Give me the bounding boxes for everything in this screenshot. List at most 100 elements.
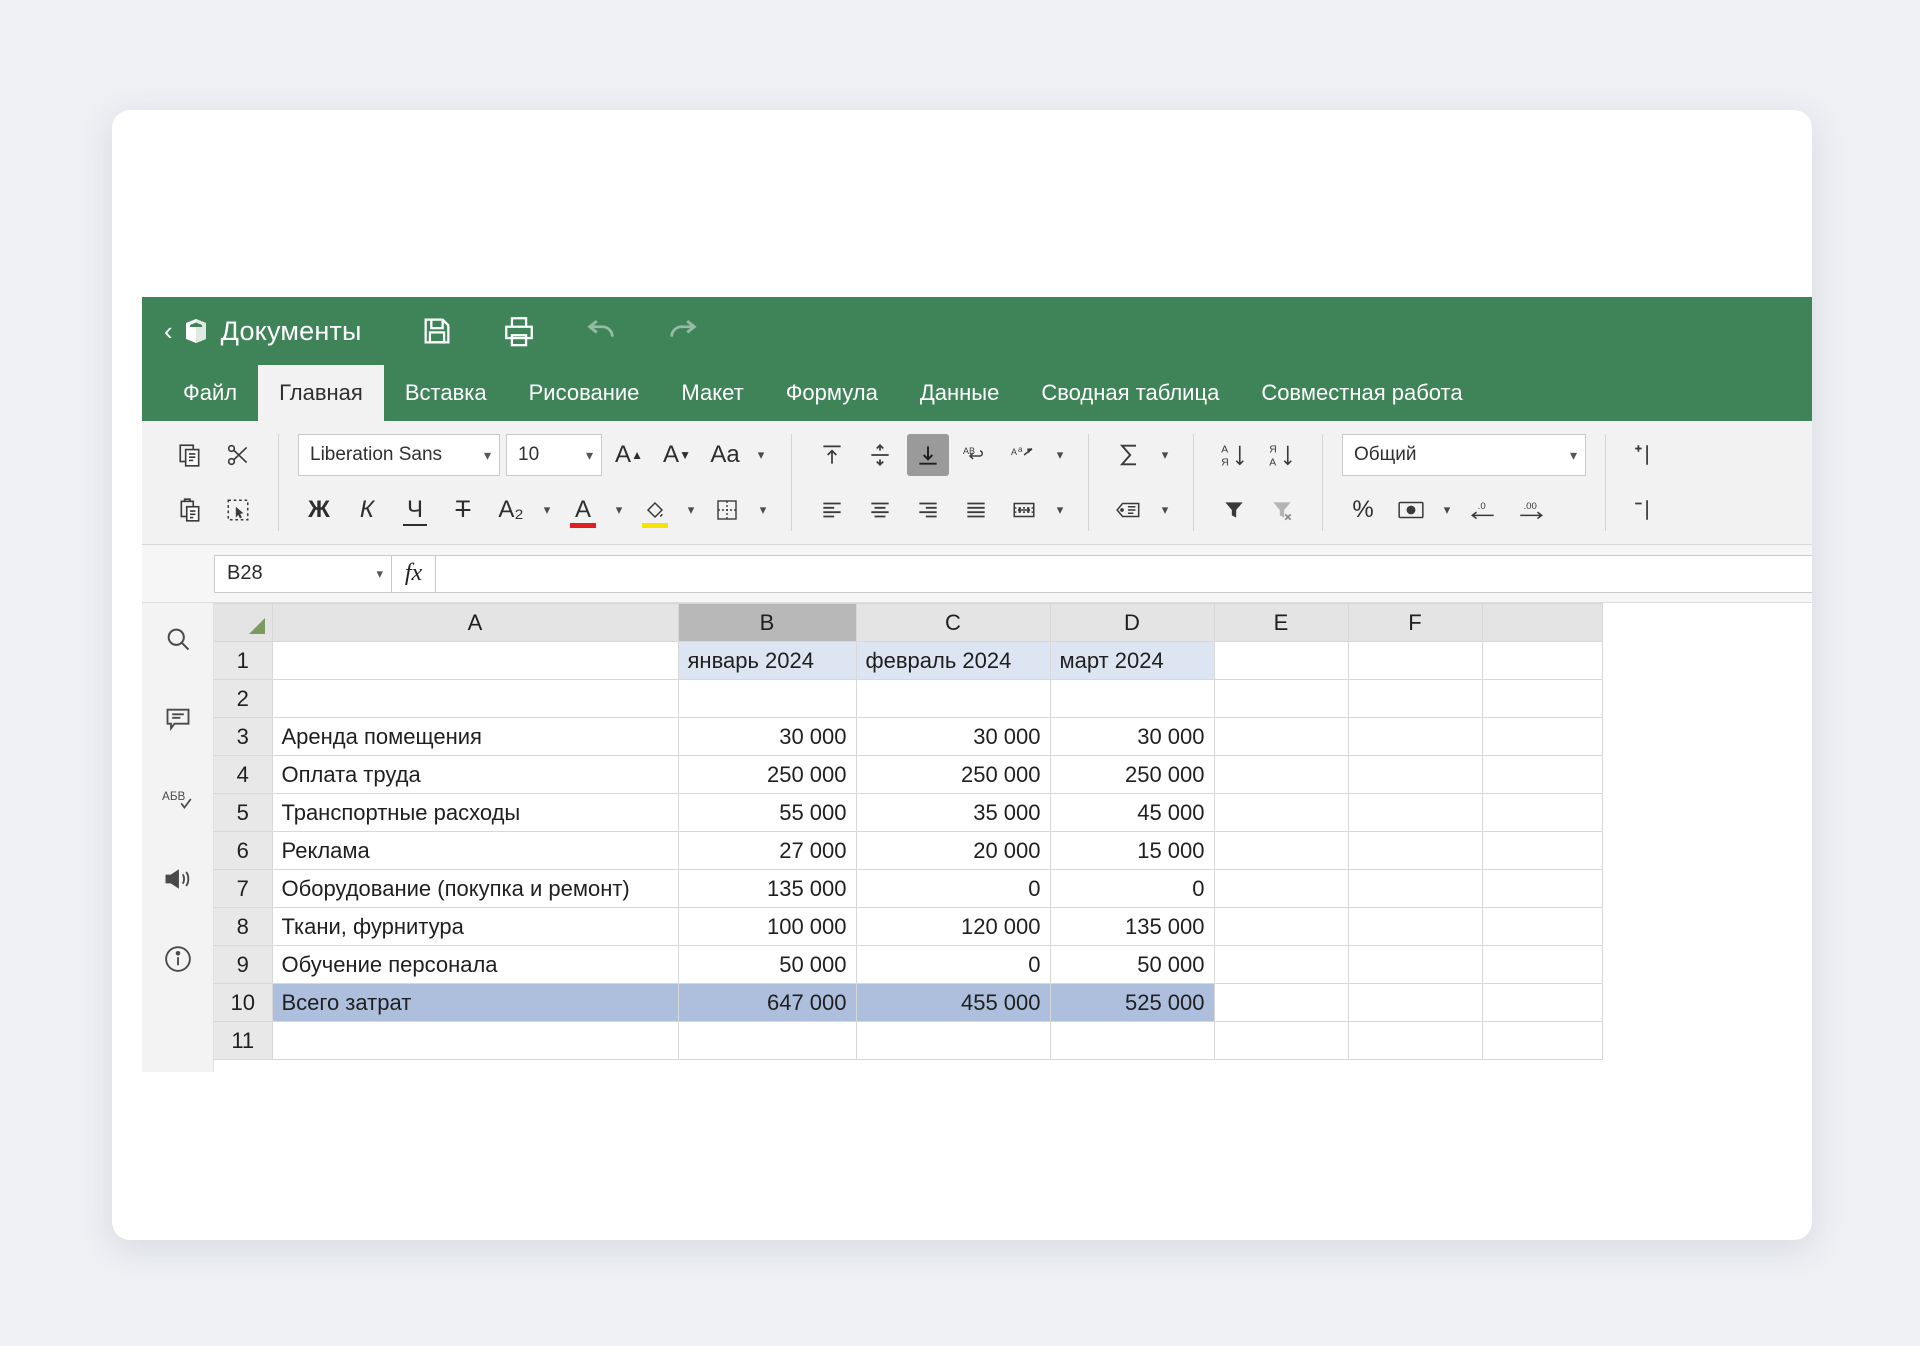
paste-icon[interactable] [169,489,211,531]
align-center-icon[interactable] [859,489,901,531]
tab-pivot-table[interactable]: Сводная таблица [1020,365,1240,421]
tab-home[interactable]: Главная [258,365,384,421]
cell-b2[interactable] [678,679,857,718]
delete-cells-icon[interactable] [1625,489,1667,531]
cell-e8[interactable] [1214,907,1349,946]
cell-f6[interactable] [1348,831,1483,870]
fill-color-icon[interactable] [634,489,676,531]
cell-f2[interactable] [1348,679,1483,718]
font-size-select[interactable]: 10 ▾ [506,434,602,477]
cell-d9[interactable]: 50 000 [1050,945,1215,984]
cell-b5[interactable]: 55 000 [678,793,857,832]
borders-icon[interactable] [706,489,748,531]
cell-d10[interactable]: 525 000 [1050,983,1215,1022]
number-format-select[interactable]: Общий ▾ [1342,434,1586,477]
chevron-down-icon[interactable]: ▾ [1051,490,1069,530]
column-header-d[interactable]: D [1050,603,1215,642]
align-top-icon[interactable] [811,434,853,476]
font-color-button[interactable]: A [562,489,604,531]
tab-file[interactable]: Файл [162,365,258,421]
change-case-icon[interactable]: Aa [704,434,746,476]
cell-f10[interactable] [1348,983,1483,1022]
cell-c10[interactable]: 455 000 [856,983,1051,1022]
row-header[interactable]: 8 [214,907,273,946]
tab-data[interactable]: Данные [899,365,1020,421]
cell-b6[interactable]: 27 000 [678,831,857,870]
cell-a6[interactable]: Реклама [272,831,679,870]
cell-d11[interactable] [1050,1021,1215,1060]
tab-formula[interactable]: Формула [765,365,899,421]
merge-cells-icon[interactable] [1003,489,1045,531]
sort-descending-icon[interactable]: Я А [1261,434,1303,476]
chevron-down-icon[interactable]: ▾ [752,435,770,475]
redo-icon[interactable] [666,314,700,348]
cell-g3[interactable] [1482,717,1603,756]
cell-a10[interactable]: Всего затрат [272,983,679,1022]
cell-g8[interactable] [1482,907,1603,946]
cell-f4[interactable] [1348,755,1483,794]
cell-reference-box[interactable]: B28 ▾ [214,554,392,593]
row-header[interactable]: 10 [214,983,273,1022]
row-header[interactable]: 1 [214,641,273,680]
tab-collaboration[interactable]: Совместная работа [1240,365,1483,421]
column-header-c[interactable]: C [856,603,1051,642]
chevron-down-icon[interactable]: ▾ [682,490,700,530]
column-header-b[interactable]: B [678,603,857,642]
cell-g9[interactable] [1482,945,1603,984]
chevron-down-icon[interactable]: ▾ [1051,435,1069,475]
cell-g10[interactable] [1482,983,1603,1022]
cell-f1[interactable] [1348,641,1483,680]
cell-d1[interactable]: март 2024 [1050,641,1215,680]
cell-d2[interactable] [1050,679,1215,718]
cell-g4[interactable] [1482,755,1603,794]
align-justify-icon[interactable] [955,489,997,531]
wrap-text-icon[interactable]: AB [955,434,997,476]
cell-d5[interactable]: 45 000 [1050,793,1215,832]
chevron-down-icon[interactable]: ▾ [538,490,556,530]
insert-cells-icon[interactable] [1625,434,1667,476]
italic-button[interactable]: К [346,489,388,531]
cell-c2[interactable] [856,679,1051,718]
currency-icon[interactable] [1390,489,1432,531]
cell-f5[interactable] [1348,793,1483,832]
clear-filter-icon[interactable] [1261,489,1303,531]
cell-b9[interactable]: 50 000 [678,945,857,984]
back-icon[interactable]: ‹ [164,318,173,344]
sort-ascending-icon[interactable]: А Я [1213,434,1255,476]
cell-f11[interactable] [1348,1021,1483,1060]
copy-icon[interactable] [169,434,211,476]
cell-d6[interactable]: 15 000 [1050,831,1215,870]
subscript-button[interactable]: A₂ [490,489,532,531]
row-header[interactable]: 11 [214,1021,273,1060]
chevron-down-icon[interactable]: ▾ [610,490,628,530]
cell-c9[interactable]: 0 [856,945,1051,984]
increase-decimal-icon[interactable]: .00 [1510,489,1552,531]
cell-a1[interactable] [272,641,679,680]
cell-d3[interactable]: 30 000 [1050,717,1215,756]
undo-icon[interactable] [584,314,618,348]
row-header[interactable]: 9 [214,945,273,984]
cell-e2[interactable] [1214,679,1349,718]
sidebar-item-announcements[interactable] [158,859,198,899]
column-header-a[interactable]: A [272,603,679,642]
cell-g7[interactable] [1482,869,1603,908]
row-header[interactable]: 3 [214,717,273,756]
cell-g1[interactable] [1482,641,1603,680]
increase-font-size-icon[interactable]: A ▲ [608,434,650,476]
tab-insert[interactable]: Вставка [384,365,508,421]
strikethrough-button[interactable]: Т [442,489,484,531]
cell-b7[interactable]: 135 000 [678,869,857,908]
named-range-icon[interactable] [1108,489,1150,531]
cell-e9[interactable] [1214,945,1349,984]
cell-d7[interactable]: 0 [1050,869,1215,908]
cell-a3[interactable]: Аренда помещения [272,717,679,756]
row-header[interactable]: 2 [214,679,273,718]
underline-button[interactable]: Ч [394,489,436,531]
select-objects-icon[interactable] [217,489,259,531]
cell-c1[interactable]: февраль 2024 [856,641,1051,680]
cell-c7[interactable]: 0 [856,869,1051,908]
cell-b1[interactable]: январь 2024 [678,641,857,680]
sidebar-item-spellcheck[interactable]: АБВ [158,779,198,819]
scissors-cut-icon[interactable] [217,434,259,476]
percent-format-button[interactable]: % [1342,489,1384,531]
